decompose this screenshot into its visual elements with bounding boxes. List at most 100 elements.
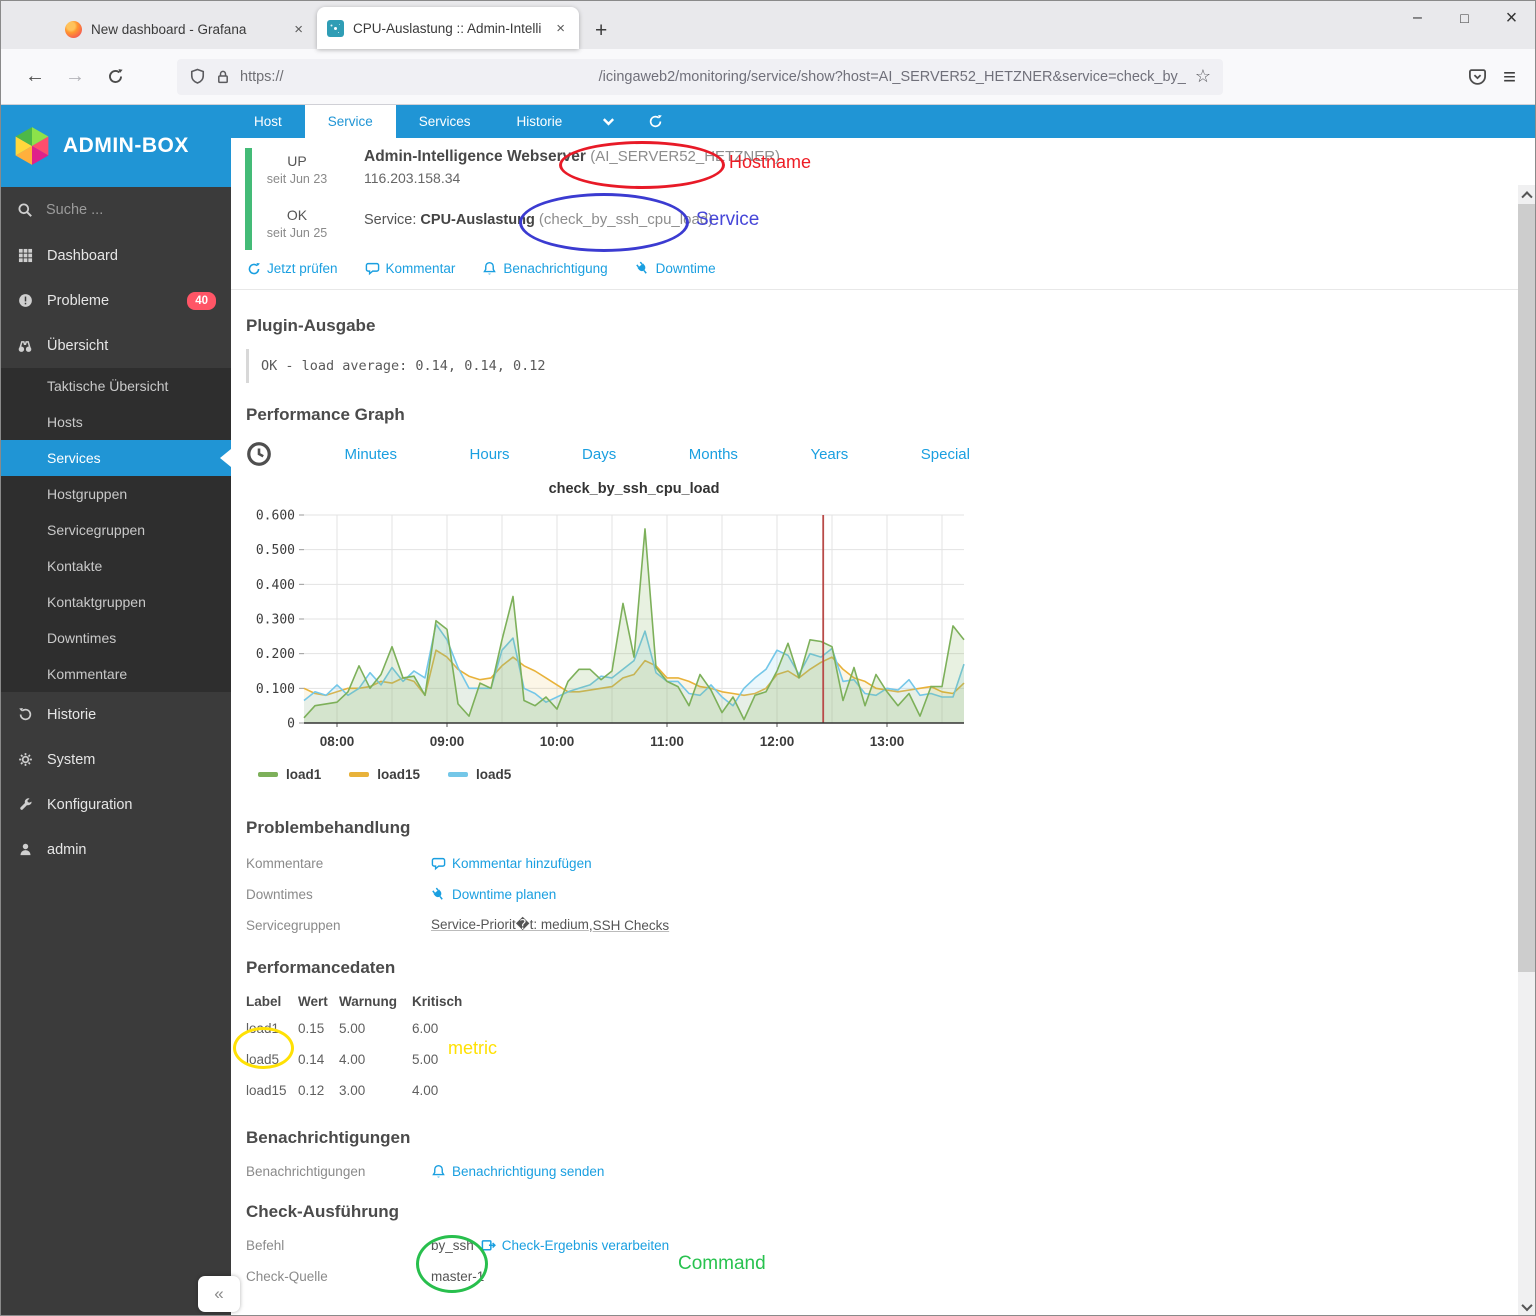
tab-host[interactable]: Host — [231, 105, 305, 138]
minimize-button[interactable]: – — [1394, 1, 1441, 35]
sidebar-item-label: admin — [47, 841, 87, 858]
service-actions: Jetzt prüfen Kommentar Benachrichtigung … — [245, 250, 1535, 289]
tab-historie[interactable]: Historie — [494, 105, 586, 138]
forward-button[interactable]: → — [55, 59, 95, 95]
back-button[interactable]: ← — [15, 59, 55, 95]
maximize-button[interactable]: □ — [1441, 1, 1488, 35]
sidebar-item-dashboard[interactable]: Dashboard — [1, 233, 231, 278]
plugin-output-text: OK - load average: 0.14, 0.14, 0.12 — [246, 349, 975, 383]
sidebar-item-historie[interactable]: Historie — [1, 692, 231, 737]
sidebar-item-taktische-uebersicht[interactable]: Taktische Übersicht — [1, 368, 231, 404]
scrollbar-thumb[interactable] — [1518, 204, 1535, 972]
problem-count-badge: 40 — [187, 291, 216, 310]
sidebar-item-downtimes[interactable]: Downtimes — [1, 620, 231, 656]
sidebar-item-label: Übersicht — [47, 337, 109, 354]
search-input[interactable] — [46, 202, 196, 218]
clock-icon[interactable] — [246, 441, 272, 467]
sidebar-item-kontaktgruppen[interactable]: Kontaktgruppen — [1, 584, 231, 620]
tab-grafana[interactable]: New dashboard - Grafana × — [55, 9, 317, 49]
check-source-row: Check-Quelle master-1 — [246, 1268, 485, 1284]
brand-name: ADMIN-BOX — [63, 134, 189, 157]
plugin-output-title: Plugin-Ausgabe — [246, 316, 376, 335]
tab-cpu-auslastung[interactable]: CPU-Auslastung :: Admin-Intelli × — [317, 7, 579, 49]
sidebar-item-konfiguration[interactable]: Konfiguration — [1, 782, 231, 827]
url-path: /icingaweb2/monitoring/service/show?host… — [598, 68, 1186, 85]
host-state: UP — [287, 153, 307, 169]
sidebar-item-label: Dashboard — [47, 247, 118, 264]
servicegroup-link-ssh[interactable]: SSH Checks — [593, 918, 670, 933]
performance-chart: 0 0.100 0.200 0.300 0.400 0.500 0.600 08:00 09:0… — [256, 509, 965, 749]
adminbox-logo-icon — [15, 127, 49, 165]
sidebar-item-services[interactable]: Services — [1, 440, 231, 476]
notifications-title: Benachrichtigungen — [246, 1128, 411, 1147]
bookmark-star-icon[interactable]: ☆ — [1195, 66, 1211, 87]
perfdata-header-row: Label Wert Warnung Kritisch — [246, 994, 463, 1009]
sidebar-item-kontakte[interactable]: Kontakte — [1, 548, 231, 584]
process-checkresult-link[interactable]: Check-Ergebnis verarbeiten — [481, 1238, 669, 1253]
send-notification-link[interactable]: Benachrichtigung senden — [431, 1164, 604, 1179]
sidebar-item-uebersicht[interactable]: Übersicht — [1, 323, 231, 368]
menu-hamburger-icon[interactable]: ≡ — [1503, 64, 1517, 90]
sidebar-item-hosts[interactable]: Hosts — [1, 404, 231, 440]
lock-icon — [215, 69, 231, 85]
svg-text:10:00: 10:00 — [540, 734, 575, 749]
sidebar-collapse-button[interactable]: « — [198, 1276, 240, 1312]
command-row: Befehl by_ssh Check-Ergebnis verarbeiten — [246, 1237, 670, 1253]
scroll-down-arrow[interactable] — [1518, 1298, 1535, 1315]
scroll-up-arrow[interactable] — [1518, 185, 1535, 202]
servicegroup-link-priority[interactable]: Service-Priorit�t: medium — [431, 917, 589, 933]
service-state-bar — [245, 198, 252, 250]
range-years[interactable]: Years — [810, 446, 848, 463]
sidebar-item-kommentare[interactable]: Kommentare — [1, 656, 231, 692]
chevron-down-icon[interactable] — [585, 105, 632, 138]
service-status-row[interactable]: OK seit Jun 25 Service: CPU-Auslastung (… — [245, 198, 1535, 250]
downtime-link[interactable]: Downtime — [635, 261, 716, 276]
sidebar-brand[interactable]: ADMIN-BOX — [1, 105, 231, 187]
sidebar-search[interactable] — [1, 187, 231, 233]
vertical-scrollbar[interactable] — [1518, 185, 1535, 1315]
pocket-icon[interactable] — [1468, 67, 1487, 86]
range-months[interactable]: Months — [689, 446, 738, 463]
service-title: CPU-Auslastung — [420, 212, 535, 228]
schedule-downtime-link[interactable]: Downtime planen — [431, 886, 556, 902]
svg-text:11:00: 11:00 — [650, 734, 684, 749]
service-detail-content: Plugin-Ausgabe OK - load average: 0.14, … — [231, 316, 1535, 1285]
range-special[interactable]: Special — [921, 446, 970, 463]
perfdata-title: Performancedaten — [246, 958, 396, 977]
sidebar-item-label: Probleme — [47, 292, 110, 309]
add-comment-link[interactable]: Kommentar hinzufügen — [431, 856, 592, 871]
reload-button[interactable] — [95, 59, 135, 95]
browser-titlebar: New dashboard - Grafana × CPU-Auslastung… — [1, 1, 1535, 49]
auto-refresh-icon[interactable] — [632, 105, 679, 138]
service-since: seit Jun 25 — [266, 226, 328, 240]
range-minutes[interactable]: Minutes — [345, 446, 398, 463]
table-row: load1 0.15 5.00 6.00 — [246, 1013, 532, 1044]
host-since: seit Jun 23 — [266, 172, 328, 186]
toolbar-icons: ≡ — [1468, 64, 1521, 90]
binoculars-icon — [16, 338, 34, 354]
user-icon — [16, 842, 34, 857]
browser-toolbar: ← → https:// /icingaweb2/monitoring/serv… — [1, 49, 1535, 105]
url-bar[interactable]: https:// /icingaweb2/monitoring/service/… — [177, 58, 1223, 95]
sidebar-item-admin[interactable]: admin — [1, 827, 231, 872]
sidebar-item-probleme[interactable]: Probleme 40 — [1, 278, 231, 323]
sidebar-item-hostgruppen[interactable]: Hostgruppen — [1, 476, 231, 512]
notification-link[interactable]: Benachrichtigung — [482, 261, 608, 276]
tab-close-icon[interactable]: × — [552, 20, 569, 37]
close-button[interactable]: × — [1488, 1, 1535, 35]
tab-service[interactable]: Service — [304, 105, 396, 138]
new-tab-button[interactable]: + — [579, 19, 623, 49]
host-status-row[interactable]: UP seit Jun 23 Admin-Intelligence Webser… — [245, 148, 1535, 198]
icinga-favicon — [327, 19, 344, 37]
comments-row: Kommentare Kommentar hinzufügen — [246, 855, 592, 871]
sidebar-item-servicegruppen[interactable]: Servicegruppen — [1, 512, 231, 548]
shield-icon[interactable] — [189, 68, 206, 85]
comment-link[interactable]: Kommentar — [365, 261, 455, 276]
check-now-link[interactable]: Jetzt prüfen — [247, 261, 338, 276]
range-hours[interactable]: Hours — [470, 446, 510, 463]
sidebar-item-system[interactable]: System — [1, 737, 231, 782]
tab-close-icon[interactable]: × — [290, 21, 307, 38]
tab-services[interactable]: Services — [396, 105, 494, 138]
url-scheme: https:// — [240, 68, 284, 85]
range-days[interactable]: Days — [582, 446, 616, 463]
